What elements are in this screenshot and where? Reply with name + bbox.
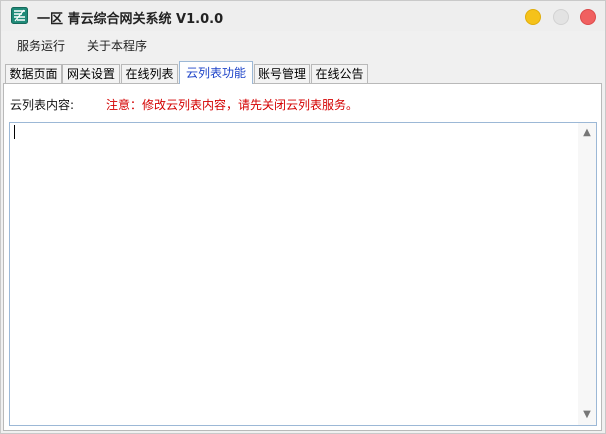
tab-bar: 数据页面 网关设置 在线列表 云列表功能 账号管理 在线公告 bbox=[1, 61, 605, 84]
editor-scrollbar[interactable]: ▲ ▼ bbox=[578, 123, 596, 425]
tab-cloud-list[interactable]: 云列表功能 bbox=[179, 61, 253, 84]
cloud-list-panel: 云列表内容: 注意：修改云列表内容，请先关闭云列表服务。 ▲ ▼ bbox=[3, 83, 602, 431]
main-window: 一区 青云综合网关系统 V1.0.0 服务运行 关于本程序 数据页面 网关设置 … bbox=[0, 0, 606, 434]
tab-online-list[interactable]: 在线列表 bbox=[121, 64, 178, 83]
tab-account-management[interactable]: 账号管理 bbox=[254, 64, 310, 83]
cloud-list-editor[interactable]: ▲ ▼ bbox=[9, 122, 597, 426]
tab-data-page[interactable]: 数据页面 bbox=[5, 64, 62, 83]
minimize-button[interactable] bbox=[525, 9, 541, 25]
tab-gateway-settings[interactable]: 网关设置 bbox=[62, 64, 120, 83]
tab-online-announcement[interactable]: 在线公告 bbox=[311, 64, 368, 83]
scroll-up-icon[interactable]: ▲ bbox=[578, 125, 596, 141]
maximize-button[interactable] bbox=[553, 9, 569, 25]
text-caret bbox=[14, 125, 15, 139]
title-bar[interactable]: 一区 青云综合网关系统 V1.0.0 bbox=[1, 1, 605, 31]
menu-bar: 服务运行 关于本程序 bbox=[1, 31, 605, 58]
scroll-down-icon[interactable]: ▼ bbox=[578, 407, 596, 423]
window-title: 一区 青云综合网关系统 V1.0.0 bbox=[37, 12, 224, 27]
app-logo-icon bbox=[11, 7, 28, 24]
menu-service-run[interactable]: 服务运行 bbox=[15, 37, 67, 54]
cloud-list-content-label: 云列表内容: bbox=[10, 98, 75, 112]
close-button[interactable] bbox=[580, 9, 596, 25]
cloud-list-warning: 注意：修改云列表内容，请先关闭云列表服务。 bbox=[106, 98, 359, 112]
menu-about[interactable]: 关于本程序 bbox=[85, 37, 149, 54]
